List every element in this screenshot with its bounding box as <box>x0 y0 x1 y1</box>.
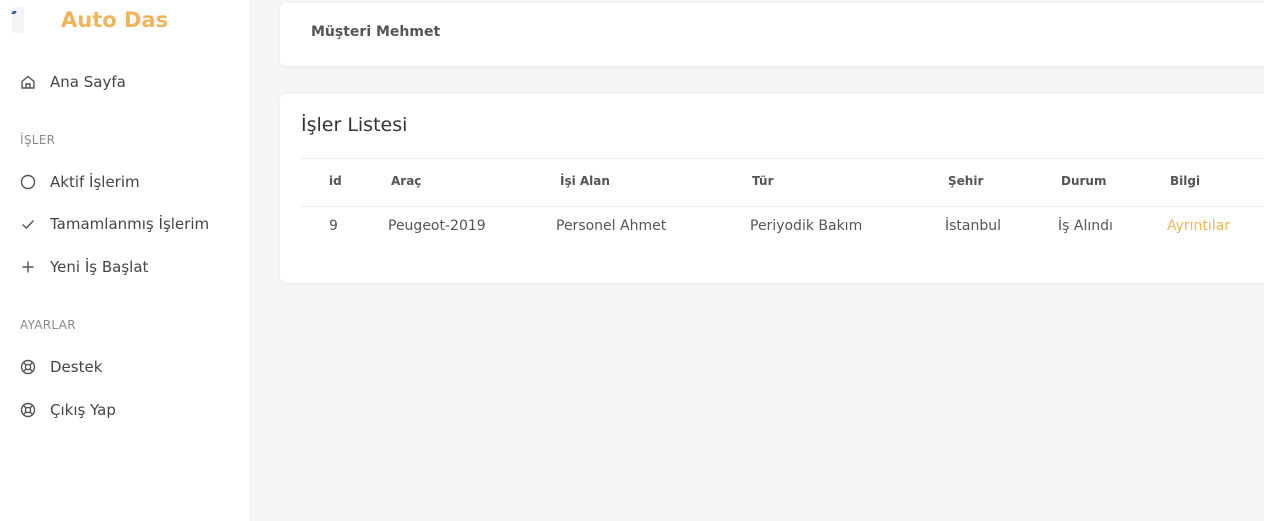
column-header-status: Durum <box>1061 174 1107 188</box>
sidebar-item-logout[interactable]: Çıkış Yap <box>19 398 218 422</box>
sidebar-item-label: Yeni İş Başlat <box>50 258 149 276</box>
circle-icon <box>19 173 37 191</box>
plus-icon <box>19 258 37 276</box>
sidebar-item-label: Destek <box>50 358 103 376</box>
brand-title[interactable]: Auto Das <box>61 8 168 32</box>
cell-city: İstanbul <box>945 218 1002 234</box>
sidebar: Auto Das Ana Sayfa İŞLER Aktif İşlerim T… <box>0 0 249 521</box>
sidebar-item-label: Aktif İşlerim <box>50 173 140 191</box>
column-header-assignee: İşi Alan <box>560 174 610 188</box>
column-header-type: Tür <box>752 174 774 188</box>
cell-status: İş Alındı <box>1058 218 1113 234</box>
sidebar-item-completed-jobs[interactable]: Tamamlanmış İşlerim <box>19 212 218 236</box>
divider <box>301 158 1264 159</box>
cell-vehicle: Peugeot-2019 <box>388 218 486 234</box>
column-header-vehicle: Araç <box>391 174 422 188</box>
cell-type: Periyodik Bakım <box>750 218 863 234</box>
jobs-list-title: İşler Listesi <box>301 114 408 136</box>
section-label-settings: AYARLAR <box>20 318 76 332</box>
sidebar-item-label: Çıkış Yap <box>50 401 116 419</box>
sidebar-item-label: Ana Sayfa <box>50 73 126 91</box>
sidebar-item-home[interactable]: Ana Sayfa <box>19 70 218 94</box>
column-header-id: id <box>329 174 342 188</box>
cell-id: 9 <box>329 218 338 234</box>
check-icon <box>19 215 37 233</box>
lifebuoy-icon <box>19 358 37 376</box>
sidebar-item-support[interactable]: Destek <box>19 355 218 379</box>
column-header-city: Şehir <box>948 174 984 188</box>
sidebar-item-new-job[interactable]: Yeni İş Başlat <box>19 255 218 279</box>
user-name[interactable]: Müşteri Mehmet <box>311 24 440 40</box>
details-link[interactable]: Ayrıntılar <box>1167 218 1230 234</box>
sidebar-item-active-jobs[interactable]: Aktif İşlerim <box>19 170 218 194</box>
lifebuoy-icon <box>19 401 37 419</box>
user-header-card: Müşteri Mehmet <box>280 3 1264 66</box>
section-label-jobs: İŞLER <box>20 133 56 147</box>
home-icon <box>19 73 37 91</box>
sidebar-item-label: Tamamlanmış İşlerim <box>50 215 210 233</box>
divider <box>301 206 1264 207</box>
cell-assignee: Personel Ahmet <box>556 218 667 234</box>
logo-image <box>12 7 24 33</box>
jobs-list-card: İşler Listesi id Araç İşi Alan Tür Şehir… <box>280 94 1264 283</box>
column-header-info: Bilgi <box>1170 174 1201 188</box>
